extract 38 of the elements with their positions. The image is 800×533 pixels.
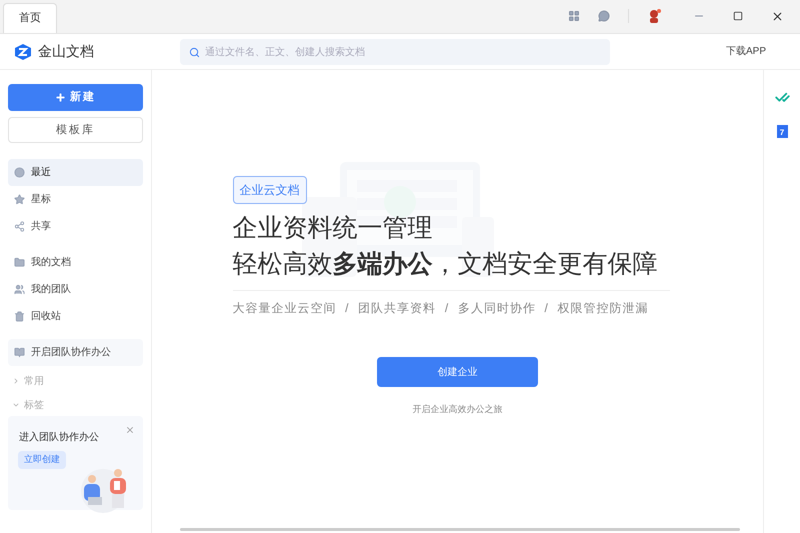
- feature-list: 大容量企业云空间 / 团队共享资料 / 多人同时协作 / 权限管控防泄漏: [232, 299, 649, 317]
- search-field[interactable]: 通过文件名、正文、创建人搜索文档: [180, 39, 610, 65]
- sidebar-item[interactable]: 回收站: [8, 303, 143, 330]
- new-button[interactable]: 新建: [8, 84, 143, 111]
- chevron-down-icon: [12, 401, 20, 409]
- team-icon: [14, 284, 25, 295]
- headline: 轻松高效多端办公，文档安全更有保障: [232, 249, 658, 280]
- sidebar-item[interactable]: 星标: [8, 186, 143, 213]
- app-name: 金山文档: [38, 42, 94, 61]
- book-icon: [14, 347, 25, 358]
- calendar-icon[interactable]: 7: [776, 125, 788, 138]
- template-button[interactable]: 模板库: [8, 117, 143, 143]
- sidebar-item[interactable]: 我的团队: [8, 276, 143, 303]
- chevron-right-icon: [12, 377, 20, 385]
- chat-icon[interactable]: [598, 10, 610, 22]
- share-icon: [14, 221, 25, 232]
- create-enterprise-button[interactable]: 创建企业: [377, 357, 538, 387]
- trash-icon: [14, 311, 25, 322]
- search-icon: [189, 46, 200, 58]
- folder-icon: [14, 257, 25, 268]
- star-icon: [14, 194, 25, 205]
- sidebar-item[interactable]: 最近: [8, 159, 143, 186]
- promo-title: 进入团队协作办公: [19, 430, 99, 445]
- sidebar-item[interactable]: 共享: [8, 213, 143, 240]
- download-link[interactable]: 下载APP: [726, 44, 766, 59]
- plus-icon: [55, 92, 66, 103]
- enterprise-link[interactable]: 开启企业高效办公之旅: [412, 403, 502, 416]
- apps-icon[interactable]: [568, 10, 580, 22]
- maximize-icon[interactable]: [733, 11, 743, 21]
- sidebar-item[interactable]: 我的文档: [8, 249, 143, 276]
- check-icon[interactable]: [774, 90, 790, 105]
- avatar-icon[interactable]: [647, 9, 661, 23]
- logo-icon: [14, 42, 32, 60]
- headline: 企业资料统一管理: [232, 213, 434, 244]
- sidebar-item[interactable]: 开启团队协作办公: [8, 339, 143, 366]
- badge: 企业云文档: [232, 176, 306, 204]
- tab[interactable]: 首页: [3, 3, 57, 33]
- close-icon[interactable]: [771, 10, 784, 22]
